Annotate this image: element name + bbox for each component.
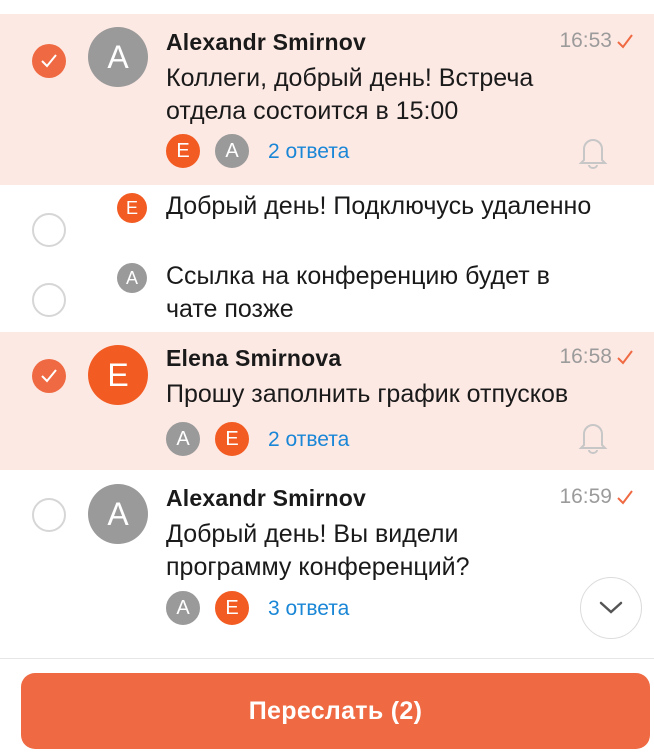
- bell-icon[interactable]: [578, 420, 608, 454]
- select-radio[interactable]: [32, 213, 66, 247]
- reply-avatar: E: [213, 589, 251, 627]
- avatar[interactable]: E: [117, 193, 147, 223]
- message-text: Прошу заполнить график отпусков: [166, 378, 636, 411]
- message-text: Добрый день! Вы видели программу конфере…: [166, 518, 636, 584]
- message-text-line: Коллеги, добрый день! Встреча: [166, 64, 534, 92]
- reply-avatar: E: [213, 420, 251, 458]
- message-text-line: Прошу заполнить график отпусков: [166, 380, 569, 408]
- read-check-icon: [617, 350, 633, 365]
- replies-link[interactable]: 3 ответа: [268, 597, 349, 621]
- message-text-line: чате позже: [166, 295, 294, 323]
- time-label: 16:53: [559, 29, 612, 52]
- message-text-line: Добрый день! Вы видели: [166, 520, 459, 548]
- check-icon: [41, 369, 57, 383]
- select-radio[interactable]: [32, 44, 66, 78]
- forward-button[interactable]: Переслать (2): [21, 673, 650, 749]
- replies-link[interactable]: 2 ответа: [268, 428, 349, 452]
- message-text-line: программу конференций?: [166, 553, 470, 581]
- message-time: 16:58: [559, 345, 634, 369]
- select-radio[interactable]: [32, 283, 66, 317]
- message-row[interactable]: E Добрый день! Подключусь удаленно: [0, 185, 654, 255]
- bell-icon[interactable]: [578, 135, 608, 169]
- time-label: 16:59: [559, 485, 612, 508]
- select-radio[interactable]: [32, 359, 66, 393]
- message-text-line: Добрый день! Подключусь удаленно: [166, 192, 592, 220]
- divider: [0, 658, 654, 659]
- reply-avatar: A: [213, 132, 251, 170]
- reply-avatar: A: [164, 420, 202, 458]
- message-author: Elena Smirnova: [166, 345, 342, 371]
- message-text-line: отдела состоится в 15:00: [166, 97, 459, 125]
- scroll-down-button[interactable]: [580, 577, 642, 639]
- message-row[interactable]: E Elena Smirnova 16:58 Прошу заполнить г…: [0, 332, 654, 470]
- message-time: 16:53: [559, 29, 634, 53]
- message-row[interactable]: A Alexandr Smirnov 16:53 Коллеги, добрый…: [0, 14, 654, 185]
- message-text-line: Ссылка на конференцию будет в: [166, 262, 550, 290]
- message-text: Добрый день! Подключусь удаленно: [166, 190, 636, 223]
- check-icon: [41, 54, 57, 68]
- message-row[interactable]: A Alexandr Smirnov 16:59 Добрый день! Вы…: [0, 470, 654, 658]
- message-text: Ссылка на конференцию будет в чате позже: [166, 260, 636, 326]
- avatar[interactable]: A: [117, 263, 147, 293]
- message-author: Alexandr Smirnov: [166, 485, 367, 511]
- reply-avatar: A: [164, 589, 202, 627]
- replies-link[interactable]: 2 ответа: [268, 140, 349, 164]
- chevron-down-icon: [599, 601, 623, 614]
- time-label: 16:58: [559, 345, 612, 368]
- message-author: Alexandr Smirnov: [166, 29, 367, 55]
- avatar[interactable]: A: [88, 484, 148, 544]
- avatar[interactable]: E: [88, 345, 148, 405]
- select-radio[interactable]: [32, 498, 66, 532]
- read-check-icon: [617, 34, 633, 49]
- reply-avatar: E: [164, 132, 202, 170]
- message-text: Коллеги, добрый день! Встреча отдела сос…: [166, 62, 636, 128]
- message-time: 16:59: [559, 485, 634, 509]
- read-check-icon: [617, 490, 633, 505]
- avatar[interactable]: A: [88, 27, 148, 87]
- message-row[interactable]: A Ссылка на конференцию будет в чате поз…: [0, 255, 654, 332]
